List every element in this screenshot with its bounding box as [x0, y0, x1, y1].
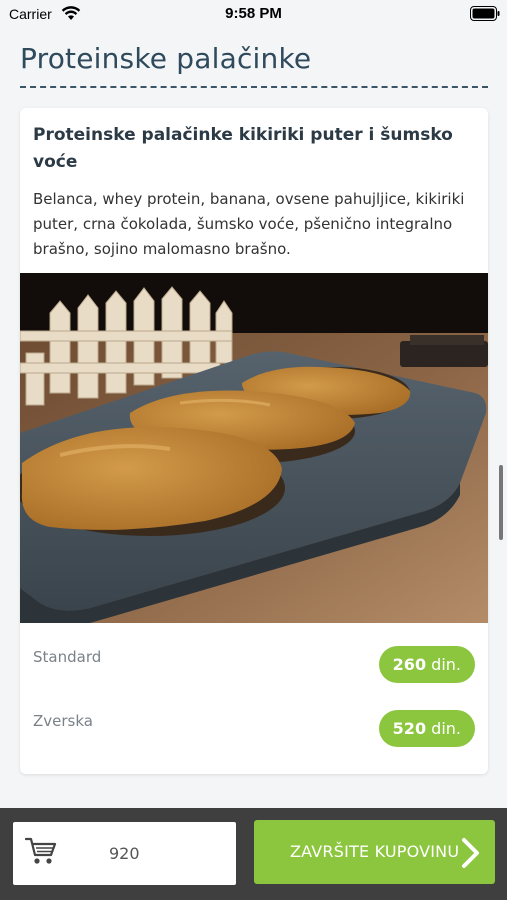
checkout-button[interactable]: ZAVRŠITE KUPOVINU	[254, 820, 495, 884]
page-title: Proteinske palačinke	[20, 42, 312, 75]
price-option-standard[interactable]: Standard 260 din.	[20, 646, 488, 686]
cart-summary[interactable]: 920	[13, 822, 236, 885]
price-value: 520	[392, 719, 427, 738]
pancakes-photo	[20, 273, 488, 623]
price-option-label: Standard	[33, 648, 102, 666]
status-bar: Carrier 9:58 PM	[0, 0, 507, 30]
status-time: 9:58 PM	[225, 5, 282, 22]
product-title: Proteinske palačinke kikiriki puter i šu…	[33, 125, 453, 172]
cart-total: 920	[109, 844, 140, 863]
scrollbar[interactable]	[499, 465, 503, 540]
price-option-zverska[interactable]: Zverska 520 din.	[20, 710, 488, 750]
title-divider	[20, 86, 488, 88]
price-option-label: Zverska	[33, 712, 93, 730]
product-card[interactable]: Proteinske palačinke kikiriki puter i šu…	[20, 108, 488, 774]
price-badge[interactable]: 260 din.	[378, 646, 475, 683]
battery-icon	[470, 6, 500, 21]
bottom-bar: 920 ZAVRŠITE KUPOVINU	[0, 808, 507, 900]
chevron-right-icon	[462, 838, 479, 868]
cart-icon	[25, 837, 57, 864]
product-ingredients: Belanca, whey protein, banana, ovsene pa…	[33, 190, 465, 258]
checkout-label: ZAVRŠITE KUPOVINU	[290, 842, 460, 861]
price-currency: din.	[431, 655, 461, 674]
price-badge[interactable]: 520 din.	[378, 710, 475, 747]
price-currency: din.	[431, 719, 461, 738]
price-value: 260	[392, 655, 427, 674]
